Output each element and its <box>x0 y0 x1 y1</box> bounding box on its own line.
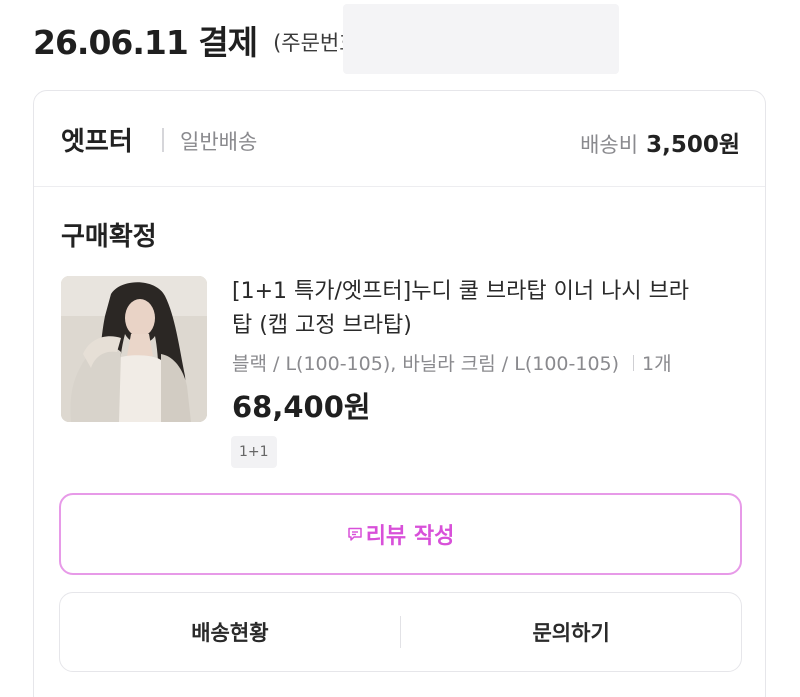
product-quantity: 1개 <box>642 353 672 375</box>
inquiry-button[interactable]: 문의하기 <box>401 593 741 671</box>
order-number-mask <box>343 4 619 74</box>
divider <box>162 128 164 152</box>
write-review-label: 리뷰 작성 <box>365 524 455 549</box>
product-option-text: 블랙 / L(100-105), 바닐라 크림 / L(100-105) <box>232 353 620 375</box>
product-title[interactable]: [1+1 특가/엣프터]누디 쿨 브라탑 이너 나시 브라 탑 (캡 고정 브라… <box>232 275 742 343</box>
shipping-fee-label: 배송비 <box>580 133 639 157</box>
order-status: 구매확정 <box>61 222 157 252</box>
order-card: 엣프터 일반배송 배송비 3,500원 구매확정 [1+1 특가/엣프터]누디 … <box>33 90 766 697</box>
product-photo-icon <box>61 276 207 422</box>
write-review-button[interactable]: 리뷰 작성 <box>59 493 742 575</box>
product-title-line: 탑 (캡 고정 브라탑) <box>232 313 412 338</box>
seller-row: 엣프터 일반배송 배송비 3,500원 <box>34 91 765 187</box>
product-title-line: [1+1 특가/엣프터]누디 쿨 브라탑 이너 나시 브라 <box>232 279 690 304</box>
order-header: 26.06.11 결제 (주문번호 <box>33 16 359 64</box>
delivery-type: 일반배송 <box>180 130 258 154</box>
divider <box>633 355 635 371</box>
shipping-fee: 배송비 3,500원 <box>580 125 740 159</box>
order-date-title: 26.06.11 결제 <box>33 23 258 62</box>
order-detail-page: 26.06.11 결제 (주문번호 엣프터 일반배송 배송비 3,500원 구매확… <box>0 0 800 697</box>
seller-name[interactable]: 엣프터 <box>61 121 133 158</box>
product-thumbnail[interactable] <box>61 276 207 422</box>
order-actions: 배송현황 문의하기 <box>59 592 742 672</box>
product-price: 68,400원 <box>232 390 371 424</box>
delivery-status-button[interactable]: 배송현황 <box>60 593 400 671</box>
review-comment-icon <box>347 526 363 542</box>
product-options: 블랙 / L(100-105), 바닐라 크림 / L(100-105) 1개 <box>232 349 672 376</box>
shipping-fee-amount: 3,500원 <box>646 132 740 158</box>
promo-badge: 1+1 <box>231 436 277 468</box>
